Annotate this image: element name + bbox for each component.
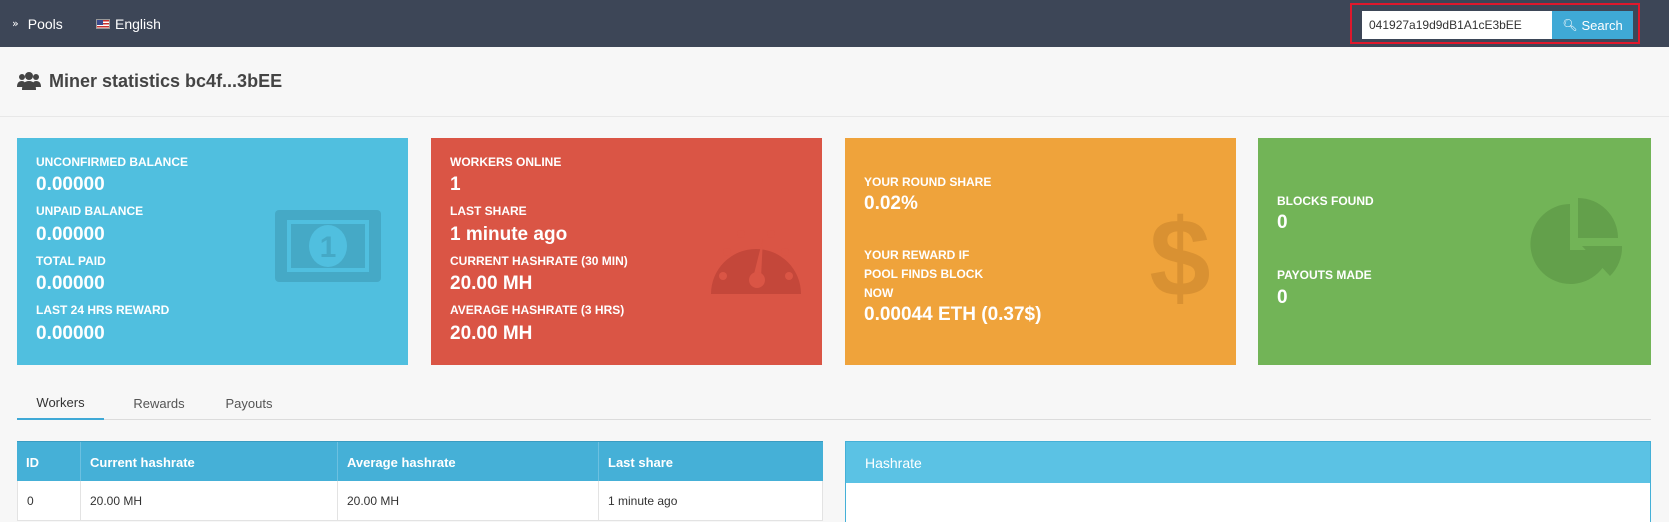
last-share-value: 1 minute ago	[450, 224, 568, 245]
last-share-label: LAST SHARE	[450, 204, 527, 218]
current-hashrate-label: CURRENT HASHRATE (30 min)	[450, 254, 628, 268]
language-label: English	[115, 15, 161, 32]
average-hashrate-value: 20.00 MH	[450, 323, 533, 344]
page-title: Miner statistics bc4f...3bEE	[17, 66, 282, 96]
share-card: $ YOUR ROUND SHARE 0.02% YOUR REWARD IF …	[845, 138, 1236, 365]
speedometer-icon	[711, 230, 801, 294]
table-header: ID Current hashrate Average hashrate Las…	[17, 441, 823, 482]
balance-card: 1 UNCONFIRMED BALANCE 0.00000 UNPAID BAL…	[17, 138, 408, 365]
page-title-text: Miner statistics bc4f...3bEE	[49, 70, 283, 91]
hashrate-panel: Hashrate	[845, 441, 1651, 522]
blocks-found-value: 0	[1277, 212, 1288, 233]
unconfirmed-balance-label: UNCONFIRMED BALANCE	[36, 155, 188, 169]
search-input[interactable]	[1362, 11, 1552, 39]
workers-online-value: 1	[450, 174, 461, 195]
cell-id: 0	[27, 494, 34, 508]
last24-reward-value: 0.00000	[36, 323, 105, 344]
unpaid-balance-value: 0.00000	[36, 224, 105, 245]
tab-rewards[interactable]: Rewards	[121, 386, 197, 420]
pie-chart-icon	[1530, 198, 1623, 284]
blocks-found-label: BLOCKS FOUND	[1277, 194, 1374, 208]
total-paid-label: TOTAL PAID	[36, 254, 106, 268]
pools-menu[interactable]: » Pools	[12, 0, 63, 47]
last24-reward-label: LAST 24 HRS REWARD	[36, 303, 170, 317]
hashrate-panel-title: Hashrate	[846, 442, 1650, 483]
blocks-card: BLOCKS FOUND 0 PAYOUTS MADE 0	[1258, 138, 1651, 365]
svg-text:1: 1	[320, 231, 337, 264]
svg-text:$: $	[1150, 200, 1210, 304]
cell-current-hashrate: 20.00 MH	[80, 481, 337, 521]
payouts-made-label: PAYOUTS MADE	[1277, 268, 1372, 282]
total-paid-value: 0.00000	[36, 273, 105, 294]
workers-online-label: WORKERS ONLINE	[450, 155, 562, 169]
average-hashrate-label: AVERAGE HASHRATE (3 hrs)	[450, 303, 625, 317]
us-flag-icon	[96, 18, 110, 29]
cell-last-share: 1 minute ago	[598, 481, 822, 521]
search-icon: 🔍︎	[1562, 18, 1578, 32]
tab-payouts[interactable]: Payouts	[214, 386, 284, 420]
round-share-label: YOUR ROUND SHARE	[864, 175, 992, 189]
tab-workers[interactable]: Workers	[17, 386, 104, 420]
table-row: 0 20.00 MH 20.00 MH 1 minute ago	[17, 481, 823, 521]
tabs: Workers Rewards Payouts	[17, 386, 1651, 420]
reward-label-line3: NOW	[864, 286, 894, 300]
search-button-label: Search	[1581, 17, 1623, 33]
double-chevron-down-icon: »	[12, 17, 19, 30]
payouts-made-value: 0	[1277, 287, 1288, 308]
search-form: 🔍︎ Search	[1350, 3, 1640, 44]
users-icon	[17, 72, 41, 90]
reward-label-line1: YOUR REWARD IF	[864, 248, 970, 262]
language-menu[interactable]: English	[96, 0, 161, 47]
current-hashrate-value: 20.00 MH	[450, 273, 533, 294]
title-divider	[0, 116, 1669, 117]
workers-table: ID Current hashrate Average hashrate Las…	[17, 441, 823, 521]
unpaid-balance-label: UNPAID BALANCE	[36, 204, 144, 218]
column-header-last-share[interactable]: Last share	[598, 442, 823, 482]
unconfirmed-balance-value: 0.00000	[36, 174, 105, 195]
top-navbar: » Pools English 🔍︎ Search	[0, 0, 1669, 47]
search-button[interactable]: 🔍︎ Search	[1552, 11, 1633, 39]
cell-average-hashrate: 20.00 MH	[337, 481, 598, 521]
dollar-icon: $	[1150, 200, 1210, 304]
reward-value: 0.00044 ETH (0.37$)	[864, 304, 1042, 325]
reward-label-line2: POOL FINDS BLOCK	[864, 267, 984, 281]
column-header-average-hashrate[interactable]: Average hashrate	[337, 442, 598, 482]
pools-label: Pools	[27, 15, 63, 32]
column-header-current-hashrate[interactable]: Current hashrate	[80, 442, 337, 482]
workers-card: WORKERS ONLINE 1 LAST SHARE 1 minute ago…	[431, 138, 822, 365]
column-header-id[interactable]: ID	[17, 442, 80, 482]
round-share-value: 0.02%	[864, 193, 918, 214]
banknote-icon: 1	[275, 210, 381, 282]
